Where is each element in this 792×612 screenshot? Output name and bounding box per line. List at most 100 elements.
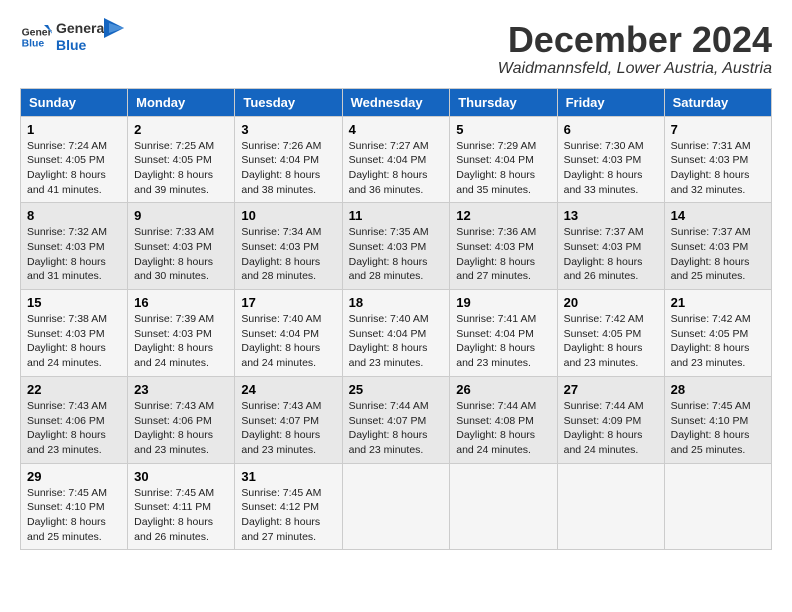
day-number: 18: [349, 295, 444, 310]
day-number: 15: [27, 295, 121, 310]
day-info: Sunrise: 7:43 AM Sunset: 4:06 PM Dayligh…: [134, 399, 228, 458]
day-number: 27: [564, 382, 658, 397]
day-number: 31: [241, 469, 335, 484]
svg-text:General: General: [22, 27, 52, 38]
day-number: 7: [671, 122, 765, 137]
day-info: Sunrise: 7:26 AM Sunset: 4:04 PM Dayligh…: [241, 139, 335, 198]
calendar-cell: [450, 463, 557, 550]
calendar-cell: 21 Sunrise: 7:42 AM Sunset: 4:05 PM Dayl…: [664, 290, 771, 377]
day-number: 9: [134, 208, 228, 223]
day-info: Sunrise: 7:45 AM Sunset: 4:10 PM Dayligh…: [671, 399, 765, 458]
day-info: Sunrise: 7:39 AM Sunset: 4:03 PM Dayligh…: [134, 312, 228, 371]
calendar-week-row: 15 Sunrise: 7:38 AM Sunset: 4:03 PM Dayl…: [21, 290, 772, 377]
day-info: Sunrise: 7:44 AM Sunset: 4:07 PM Dayligh…: [349, 399, 444, 458]
calendar-cell: 30 Sunrise: 7:45 AM Sunset: 4:11 PM Dayl…: [128, 463, 235, 550]
calendar-cell: 12 Sunrise: 7:36 AM Sunset: 4:03 PM Dayl…: [450, 203, 557, 290]
day-number: 29: [27, 469, 121, 484]
day-number: 11: [349, 208, 444, 223]
day-number: 5: [456, 122, 550, 137]
calendar-cell: 24 Sunrise: 7:43 AM Sunset: 4:07 PM Dayl…: [235, 376, 342, 463]
day-number: 24: [241, 382, 335, 397]
day-info: Sunrise: 7:31 AM Sunset: 4:03 PM Dayligh…: [671, 139, 765, 198]
calendar-week-row: 8 Sunrise: 7:32 AM Sunset: 4:03 PM Dayli…: [21, 203, 772, 290]
calendar-cell: 11 Sunrise: 7:35 AM Sunset: 4:03 PM Dayl…: [342, 203, 450, 290]
day-info: Sunrise: 7:40 AM Sunset: 4:04 PM Dayligh…: [241, 312, 335, 371]
day-number: 26: [456, 382, 550, 397]
day-info: Sunrise: 7:43 AM Sunset: 4:06 PM Dayligh…: [27, 399, 121, 458]
calendar-cell: [342, 463, 450, 550]
calendar-cell: 16 Sunrise: 7:39 AM Sunset: 4:03 PM Dayl…: [128, 290, 235, 377]
day-number: 30: [134, 469, 228, 484]
calendar-cell: 3 Sunrise: 7:26 AM Sunset: 4:04 PM Dayli…: [235, 116, 342, 203]
day-number: 21: [671, 295, 765, 310]
column-header-thursday: Thursday: [450, 88, 557, 116]
day-number: 2: [134, 122, 228, 137]
day-info: Sunrise: 7:32 AM Sunset: 4:03 PM Dayligh…: [27, 225, 121, 284]
day-info: Sunrise: 7:41 AM Sunset: 4:04 PM Dayligh…: [456, 312, 550, 371]
calendar-cell: 13 Sunrise: 7:37 AM Sunset: 4:03 PM Dayl…: [557, 203, 664, 290]
column-header-monday: Monday: [128, 88, 235, 116]
day-number: 17: [241, 295, 335, 310]
day-info: Sunrise: 7:45 AM Sunset: 4:11 PM Dayligh…: [134, 486, 228, 545]
day-info: Sunrise: 7:45 AM Sunset: 4:12 PM Dayligh…: [241, 486, 335, 545]
calendar-cell: 7 Sunrise: 7:31 AM Sunset: 4:03 PM Dayli…: [664, 116, 771, 203]
day-info: Sunrise: 7:38 AM Sunset: 4:03 PM Dayligh…: [27, 312, 121, 371]
calendar-cell: 19 Sunrise: 7:41 AM Sunset: 4:04 PM Dayl…: [450, 290, 557, 377]
logo-icon: General Blue: [20, 21, 52, 53]
column-header-tuesday: Tuesday: [235, 88, 342, 116]
day-info: Sunrise: 7:37 AM Sunset: 4:03 PM Dayligh…: [671, 225, 765, 284]
calendar-cell: 22 Sunrise: 7:43 AM Sunset: 4:06 PM Dayl…: [21, 376, 128, 463]
calendar-week-row: 22 Sunrise: 7:43 AM Sunset: 4:06 PM Dayl…: [21, 376, 772, 463]
day-number: 19: [456, 295, 550, 310]
day-number: 4: [349, 122, 444, 137]
calendar-cell: 6 Sunrise: 7:30 AM Sunset: 4:03 PM Dayli…: [557, 116, 664, 203]
day-info: Sunrise: 7:27 AM Sunset: 4:04 PM Dayligh…: [349, 139, 444, 198]
calendar-cell: 23 Sunrise: 7:43 AM Sunset: 4:06 PM Dayl…: [128, 376, 235, 463]
day-info: Sunrise: 7:44 AM Sunset: 4:09 PM Dayligh…: [564, 399, 658, 458]
calendar-cell: 14 Sunrise: 7:37 AM Sunset: 4:03 PM Dayl…: [664, 203, 771, 290]
page-header: General Blue General Blue December 2024 …: [20, 20, 772, 78]
calendar-cell: 27 Sunrise: 7:44 AM Sunset: 4:09 PM Dayl…: [557, 376, 664, 463]
calendar-cell: 1 Sunrise: 7:24 AM Sunset: 4:05 PM Dayli…: [21, 116, 128, 203]
day-info: Sunrise: 7:40 AM Sunset: 4:04 PM Dayligh…: [349, 312, 444, 371]
day-number: 10: [241, 208, 335, 223]
day-number: 20: [564, 295, 658, 310]
day-info: Sunrise: 7:42 AM Sunset: 4:05 PM Dayligh…: [671, 312, 765, 371]
svg-text:Blue: Blue: [22, 38, 45, 49]
day-number: 28: [671, 382, 765, 397]
day-number: 14: [671, 208, 765, 223]
day-number: 12: [456, 208, 550, 223]
day-number: 8: [27, 208, 121, 223]
logo-blue: Blue: [56, 37, 108, 54]
day-info: Sunrise: 7:33 AM Sunset: 4:03 PM Dayligh…: [134, 225, 228, 284]
day-number: 23: [134, 382, 228, 397]
calendar-cell: 4 Sunrise: 7:27 AM Sunset: 4:04 PM Dayli…: [342, 116, 450, 203]
column-header-sunday: Sunday: [21, 88, 128, 116]
calendar-cell: [557, 463, 664, 550]
calendar-cell: [664, 463, 771, 550]
calendar-cell: 5 Sunrise: 7:29 AM Sunset: 4:04 PM Dayli…: [450, 116, 557, 203]
calendar-cell: 20 Sunrise: 7:42 AM Sunset: 4:05 PM Dayl…: [557, 290, 664, 377]
calendar-cell: 2 Sunrise: 7:25 AM Sunset: 4:05 PM Dayli…: [128, 116, 235, 203]
day-number: 6: [564, 122, 658, 137]
calendar-cell: 26 Sunrise: 7:44 AM Sunset: 4:08 PM Dayl…: [450, 376, 557, 463]
day-info: Sunrise: 7:42 AM Sunset: 4:05 PM Dayligh…: [564, 312, 658, 371]
day-number: 25: [349, 382, 444, 397]
calendar-cell: 29 Sunrise: 7:45 AM Sunset: 4:10 PM Dayl…: [21, 463, 128, 550]
calendar-cell: 15 Sunrise: 7:38 AM Sunset: 4:03 PM Dayl…: [21, 290, 128, 377]
day-info: Sunrise: 7:30 AM Sunset: 4:03 PM Dayligh…: [564, 139, 658, 198]
day-info: Sunrise: 7:35 AM Sunset: 4:03 PM Dayligh…: [349, 225, 444, 284]
calendar-week-row: 1 Sunrise: 7:24 AM Sunset: 4:05 PM Dayli…: [21, 116, 772, 203]
logo-flag-icon: [104, 18, 124, 48]
calendar-cell: 18 Sunrise: 7:40 AM Sunset: 4:04 PM Dayl…: [342, 290, 450, 377]
calendar-cell: 10 Sunrise: 7:34 AM Sunset: 4:03 PM Dayl…: [235, 203, 342, 290]
column-header-friday: Friday: [557, 88, 664, 116]
calendar-cell: 28 Sunrise: 7:45 AM Sunset: 4:10 PM Dayl…: [664, 376, 771, 463]
day-info: Sunrise: 7:36 AM Sunset: 4:03 PM Dayligh…: [456, 225, 550, 284]
day-number: 16: [134, 295, 228, 310]
calendar-cell: 25 Sunrise: 7:44 AM Sunset: 4:07 PM Dayl…: [342, 376, 450, 463]
column-header-wednesday: Wednesday: [342, 88, 450, 116]
day-number: 22: [27, 382, 121, 397]
calendar-table: SundayMondayTuesdayWednesdayThursdayFrid…: [20, 88, 772, 551]
logo-general: General: [56, 20, 108, 37]
